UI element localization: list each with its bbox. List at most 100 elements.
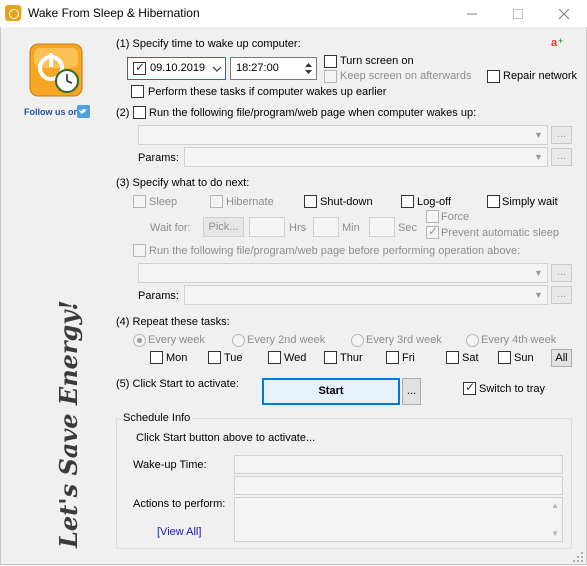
day-sun-checkbox[interactable] bbox=[498, 351, 511, 364]
twitter-icon[interactable] bbox=[77, 105, 90, 118]
shutdown-label: Shut-down bbox=[320, 196, 373, 208]
chevron-down-icon[interactable]: ▼ bbox=[530, 264, 547, 282]
day-tue-checkbox[interactable] bbox=[208, 351, 221, 364]
hibernate-label: Hibernate bbox=[226, 196, 274, 208]
day-mon-label: Mon bbox=[166, 352, 188, 364]
day-fri-label: Fri bbox=[402, 352, 415, 364]
force-label: Force bbox=[441, 211, 470, 223]
maximize-icon[interactable] bbox=[495, 0, 541, 27]
every-2nd-week-radio[interactable] bbox=[232, 334, 245, 347]
keep-screen-on-label: Keep screen on afterwards bbox=[340, 70, 472, 82]
perform-if-earlier-checkbox[interactable] bbox=[131, 85, 144, 98]
params-combo-2[interactable]: ▼ bbox=[184, 147, 548, 167]
run-before-checkbox[interactable] bbox=[133, 244, 146, 257]
window-title: Wake From Sleep & Hibernation bbox=[28, 6, 200, 20]
turn-screen-on-label: Turn screen on bbox=[340, 55, 414, 67]
scroll-up-icon[interactable]: ▲ bbox=[551, 501, 559, 510]
day-mon-checkbox[interactable] bbox=[150, 351, 163, 364]
switch-to-tray-checkbox[interactable] bbox=[463, 380, 476, 395]
chevron-down-icon[interactable]: ▼ bbox=[530, 286, 547, 304]
minutes-input[interactable] bbox=[313, 217, 339, 237]
logoff-label: Log-off bbox=[417, 196, 452, 208]
scroll-down-icon[interactable]: ▼ bbox=[551, 529, 559, 538]
run-before-path-combo[interactable]: ▼ bbox=[138, 263, 548, 283]
keep-screen-on-checkbox[interactable] bbox=[324, 70, 337, 83]
day-sat-label: Sat bbox=[462, 352, 479, 364]
time-picker[interactable]: 18:27:00 bbox=[230, 57, 317, 80]
view-all-link[interactable]: [View All] bbox=[157, 526, 201, 538]
minimize-icon[interactable] bbox=[449, 0, 495, 27]
params-label-3: Params: bbox=[138, 290, 179, 302]
date-picker[interactable]: 09.10.2019 bbox=[127, 57, 226, 80]
params-combo-3[interactable]: ▼ bbox=[184, 285, 548, 305]
start-options-button[interactable]: ... bbox=[402, 378, 421, 405]
run-after-wake-path-combo[interactable]: ▼ bbox=[138, 125, 548, 145]
close-icon[interactable] bbox=[541, 0, 587, 27]
section2-number: (2) bbox=[116, 107, 130, 119]
simply-wait-checkbox[interactable] bbox=[487, 195, 500, 208]
date-value: 09.10.2019 bbox=[150, 62, 206, 74]
browse-params-3-button[interactable]: ... bbox=[551, 286, 572, 304]
prevent-sleep-checkbox[interactable] bbox=[426, 224, 439, 239]
chevron-down-icon[interactable]: ▼ bbox=[530, 126, 547, 144]
every-2nd-week-label: Every 2nd week bbox=[247, 334, 326, 346]
repair-network-checkbox[interactable] bbox=[487, 70, 500, 83]
section3-heading: (3) Specify what to do next: bbox=[116, 177, 250, 189]
wait-for-label: Wait for: bbox=[150, 222, 191, 234]
follow-us-text: Follow us on bbox=[24, 107, 79, 117]
browse-before-button[interactable]: ... bbox=[551, 264, 572, 282]
perform-if-earlier-label: Perform these tasks if computer wakes up… bbox=[148, 86, 387, 98]
prevent-sleep-label: Prevent automatic sleep bbox=[441, 227, 560, 239]
pick-button[interactable]: Pick... bbox=[203, 217, 244, 237]
section5-heading: (5) Click Start to activate: bbox=[116, 378, 239, 390]
wakeup-time-field-2 bbox=[234, 476, 563, 495]
schedule-info-legend: Schedule Info bbox=[121, 412, 193, 424]
simply-wait-label: Simply wait bbox=[502, 196, 558, 208]
browse-after-wake-button[interactable]: ... bbox=[551, 126, 572, 144]
day-sat-checkbox[interactable] bbox=[446, 351, 459, 364]
time-spinner[interactable] bbox=[301, 59, 316, 78]
every-week-radio[interactable] bbox=[133, 334, 146, 347]
run-after-wake-label: Run the following file/program/web page … bbox=[149, 107, 477, 119]
title-bar: Wake From Sleep & Hibernation bbox=[0, 0, 587, 27]
browse-params-2-button[interactable]: ... bbox=[551, 148, 572, 166]
hibernate-checkbox[interactable] bbox=[210, 195, 223, 208]
app-logo bbox=[29, 43, 83, 97]
time-value: 18:27:00 bbox=[236, 62, 279, 74]
every-3rd-week-radio[interactable] bbox=[351, 334, 364, 347]
day-thur-checkbox[interactable] bbox=[324, 351, 337, 364]
resize-grip-icon[interactable] bbox=[572, 551, 584, 563]
logoff-checkbox[interactable] bbox=[401, 195, 414, 208]
schedule-message: Click Start button above to activate... bbox=[136, 432, 316, 444]
chevron-down-icon[interactable] bbox=[212, 64, 222, 76]
every-3rd-week-label: Every 3rd week bbox=[366, 334, 442, 346]
seconds-input[interactable] bbox=[369, 217, 395, 237]
sleep-checkbox[interactable] bbox=[133, 195, 146, 208]
every-4th-week-radio[interactable] bbox=[466, 334, 479, 347]
all-days-button[interactable]: All bbox=[551, 349, 572, 367]
run-after-wake-checkbox[interactable] bbox=[133, 106, 146, 119]
turn-screen-on-checkbox[interactable] bbox=[324, 55, 337, 68]
day-wed-label: Wed bbox=[284, 352, 307, 364]
shutdown-checkbox[interactable] bbox=[304, 195, 317, 208]
date-checkbox[interactable] bbox=[133, 60, 146, 75]
svg-text:a: a bbox=[551, 37, 558, 49]
day-fri-checkbox[interactable] bbox=[386, 351, 399, 364]
day-thur-label: Thur bbox=[340, 352, 363, 364]
actions-label: Actions to perform: bbox=[133, 498, 226, 510]
section4-heading: (4) Repeat these tasks: bbox=[116, 316, 230, 328]
app-icon bbox=[5, 5, 21, 21]
every-week-label: Every week bbox=[148, 334, 205, 346]
hrs-label: Hrs bbox=[289, 222, 307, 234]
slogan-text: Let's Save Energy! bbox=[54, 300, 83, 548]
force-checkbox[interactable] bbox=[426, 210, 439, 223]
start-button[interactable]: Start bbox=[262, 378, 400, 405]
actions-field: ▲ ▼ bbox=[234, 497, 563, 542]
font-size-icon[interactable]: a + bbox=[550, 33, 566, 49]
chevron-down-icon[interactable]: ▼ bbox=[530, 148, 547, 166]
sec-label: Sec bbox=[398, 222, 417, 234]
params-label-2: Params: bbox=[138, 152, 179, 164]
day-wed-checkbox[interactable] bbox=[268, 351, 281, 364]
hours-input[interactable] bbox=[249, 217, 285, 237]
sleep-label: Sleep bbox=[149, 196, 178, 208]
